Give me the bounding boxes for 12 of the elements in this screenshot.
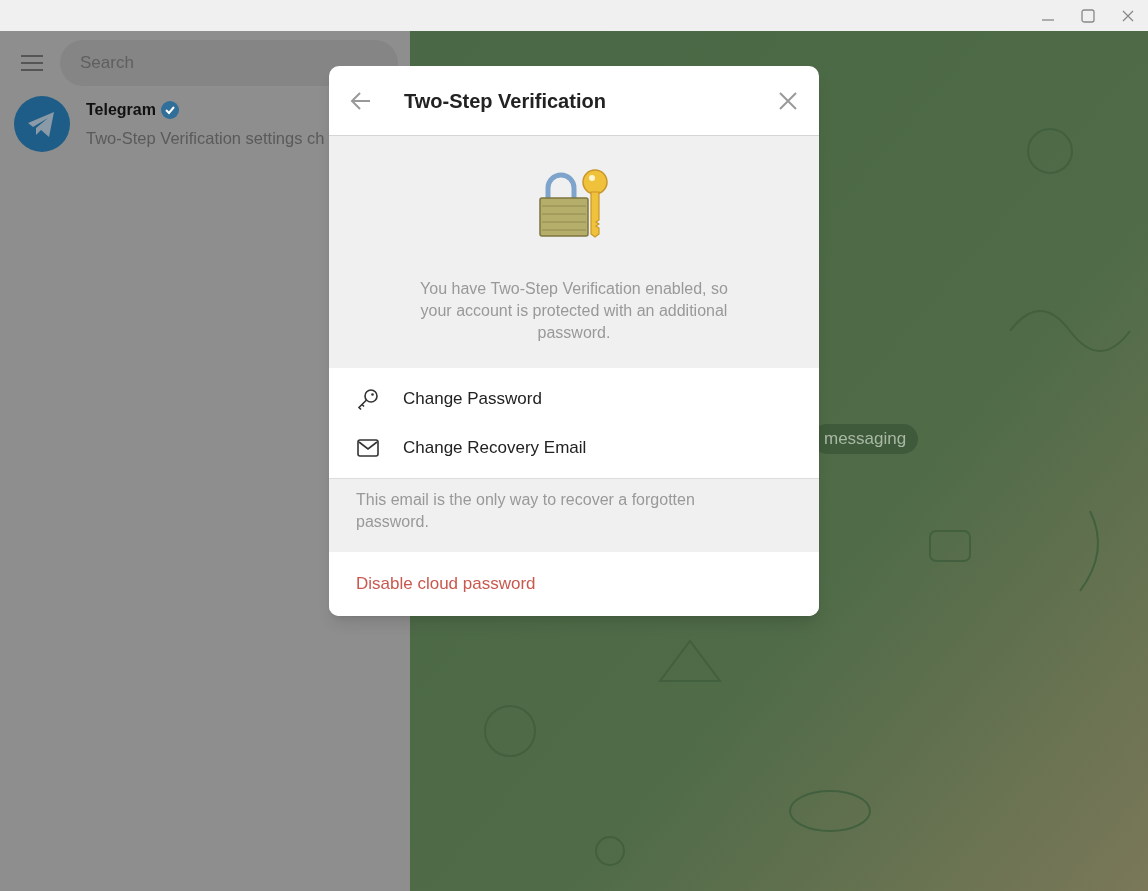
description-text: You have Two-Step Verification enabled, so your account is protected with an additional password. xyxy=(419,279,729,343)
close-icon[interactable] xyxy=(777,89,799,112)
avatar-icon xyxy=(14,96,70,152)
key-icon xyxy=(356,386,380,411)
maximize-icon[interactable] xyxy=(1080,7,1096,24)
lock-and-key-icon xyxy=(538,168,610,238)
menu-item[interactable]: Change Password xyxy=(329,374,819,423)
note-text: This email is the only way to recover a forgotten password. xyxy=(356,490,696,532)
dialog-title: Two-Step Verification xyxy=(404,88,607,114)
disable-password-link[interactable]: Disable cloud password xyxy=(356,571,536,597)
chat-name: Telegram xyxy=(86,99,156,120)
menu-icon[interactable] xyxy=(20,53,44,73)
